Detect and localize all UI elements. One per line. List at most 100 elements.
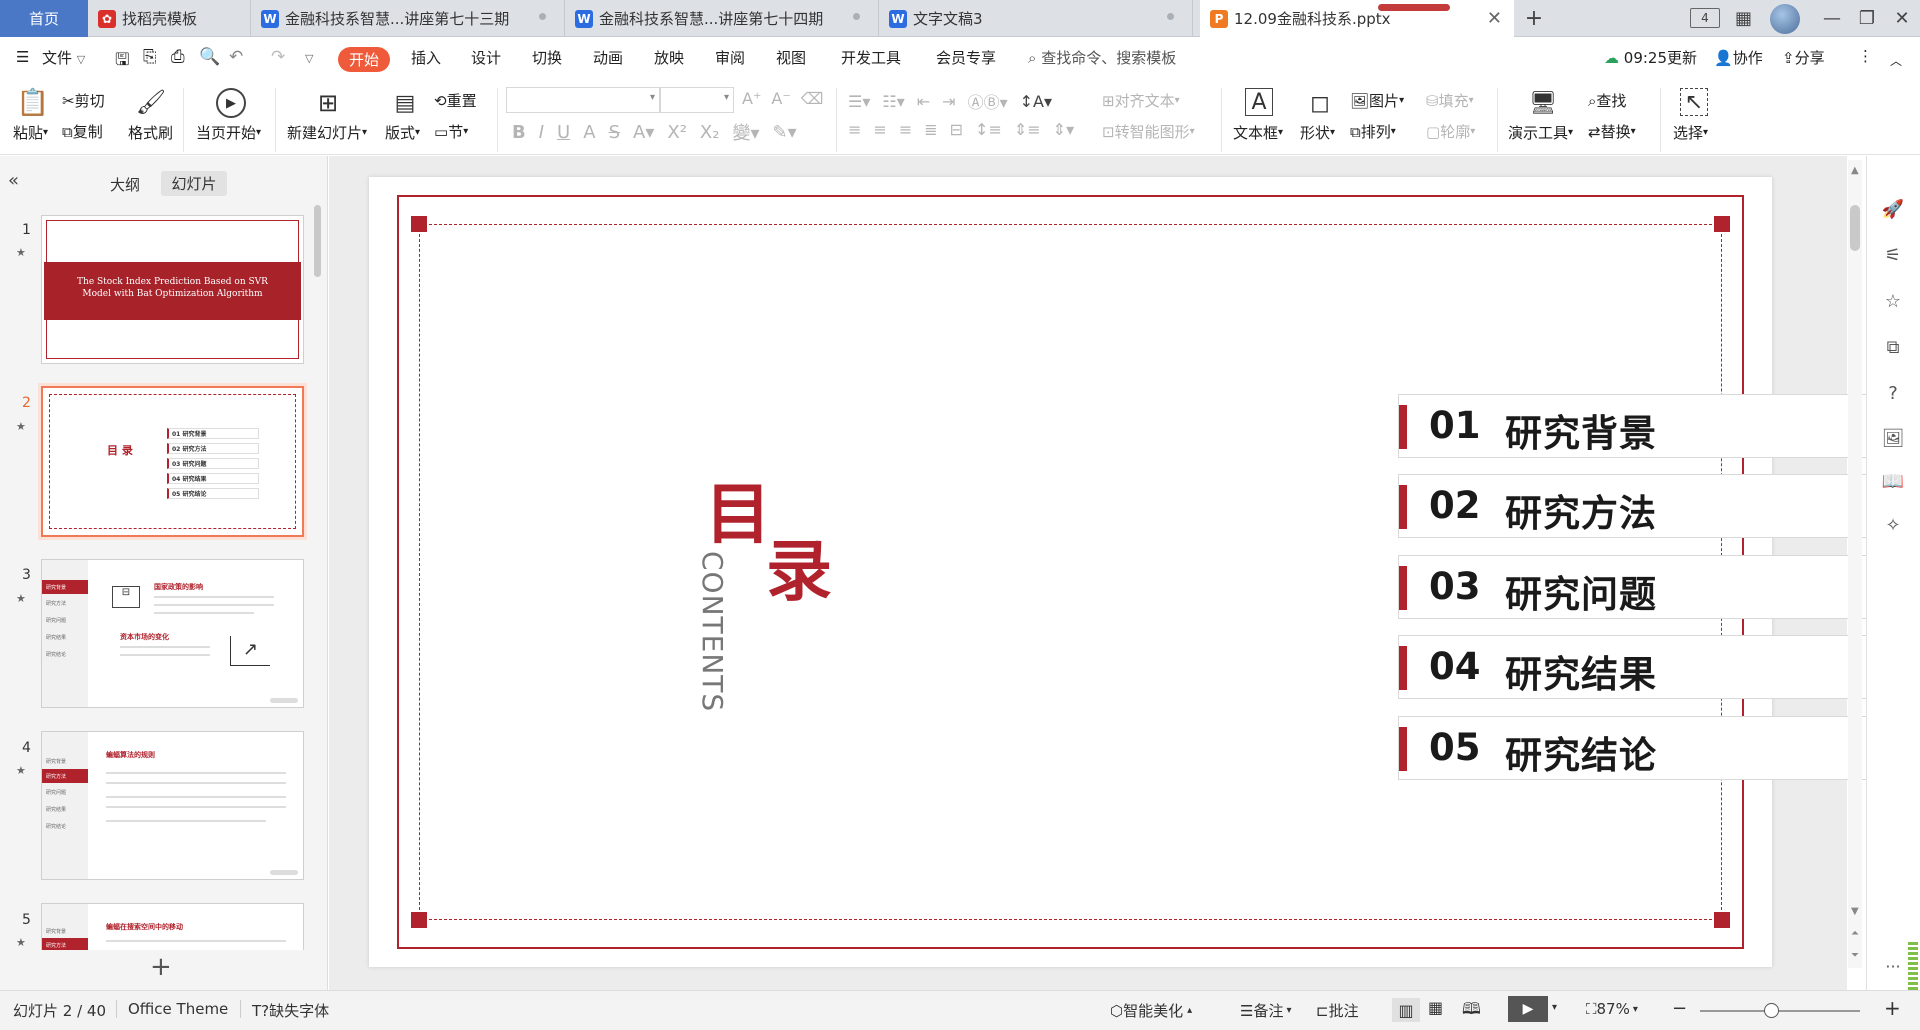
grow-font-icon[interactable]: A⁺ xyxy=(742,89,761,108)
tab-start[interactable]: 开始 xyxy=(338,47,390,72)
new-slide-icon[interactable]: ⊞ xyxy=(313,88,343,118)
tab-doc-73[interactable]: W 金融科技系智慧...讲座第七十三期 xyxy=(251,0,565,37)
font-color-icon[interactable]: A▾ xyxy=(633,122,654,143)
slide-thumbnail-5[interactable]: 研究背景 研究方法 蝙蝠在搜索空间中的移动 xyxy=(41,903,304,950)
image-tools-icon[interactable]: 🖼 xyxy=(1882,427,1905,449)
align-right-icon[interactable]: ≡ xyxy=(899,120,912,139)
tab-review[interactable]: 审阅 xyxy=(715,47,745,68)
transition-icon[interactable]: ⧉ xyxy=(1882,336,1904,358)
tab-member[interactable]: 会员专享 xyxy=(936,47,996,68)
reset-button[interactable]: ⟲ 重置 xyxy=(434,90,477,111)
format-painter-icon[interactable]: 🖌 xyxy=(136,87,166,117)
rocket-icon[interactable]: 🚀 xyxy=(1882,198,1904,220)
compass-icon[interactable]: ✧ xyxy=(1882,514,1904,536)
phonetic-icon[interactable]: 變▾ xyxy=(732,119,759,145)
next-slide-icon[interactable]: ⏷ xyxy=(1851,950,1859,961)
tab-developer[interactable]: 开发工具 xyxy=(841,47,901,68)
slide-canvas[interactable]: 目 录 CONTENTS 01 研究背景 02 研究方法 03 研究问题 04 研究结果… xyxy=(369,177,1900,967)
tab-pptx[interactable]: P 12.09金融科技系.pptx ✕ xyxy=(1200,0,1514,37)
play-slideshow-icon[interactable]: ▶ xyxy=(1508,996,1548,1022)
normal-view-icon[interactable]: ▥ xyxy=(1392,998,1420,1022)
canvas-scrollbar[interactable] xyxy=(1848,160,1862,968)
highlight-icon[interactable]: ✎▾ xyxy=(773,122,797,143)
print-preview-icon[interactable]: 🔍 xyxy=(199,47,220,67)
scroll-down-icon[interactable]: ▼ xyxy=(1851,906,1859,917)
decrease-indent-icon[interactable]: ⇤ xyxy=(917,92,930,111)
paste-button[interactable]: 粘贴 ▾ xyxy=(13,122,48,143)
select-button[interactable]: 选择 ▾ xyxy=(1673,122,1708,143)
toc-item-4[interactable]: 04 研究结果 xyxy=(1398,635,1900,699)
reading-view-icon[interactable]: 🕮 xyxy=(1462,998,1481,1025)
add-slide-button[interactable]: + xyxy=(150,952,172,982)
sliders-icon[interactable]: ⚟ xyxy=(1882,244,1904,266)
panel-scrollbar[interactable] xyxy=(314,205,321,277)
scroll-thumb[interactable] xyxy=(1850,205,1860,251)
superscript-icon[interactable]: X² xyxy=(667,122,687,143)
textbox-button[interactable]: 文本框 ▾ xyxy=(1233,122,1283,143)
zoom-slider-track[interactable] xyxy=(1700,1010,1860,1012)
command-search[interactable]: ⌕ 查找命令、搜索模板 xyxy=(1028,47,1176,68)
smart-shape-button[interactable]: ⊡ 转智能图形 ▾ xyxy=(1102,121,1195,142)
underline-icon[interactable]: U xyxy=(557,122,570,143)
present-tools-icon[interactable]: 🖥 xyxy=(1528,88,1558,118)
quick-access-dropdown-icon[interactable]: ▽ xyxy=(305,52,313,65)
zoom-in-icon[interactable]: + xyxy=(1884,996,1901,1020)
star-animation-icon[interactable]: ☆ xyxy=(1882,290,1904,312)
chevron-down-icon[interactable]: ▾ xyxy=(1552,1002,1557,1013)
help-icon[interactable]: ? xyxy=(1882,382,1904,404)
find-button[interactable]: ⌕ 查找 xyxy=(1588,90,1626,111)
notes-button[interactable]: ☰ 备注 ▾ xyxy=(1240,1000,1292,1021)
slide-thumbnail-1[interactable]: The Stock Index Prediction Based on SVR … xyxy=(41,215,304,364)
prev-slide-icon[interactable]: ⏶ xyxy=(1851,928,1859,939)
book-icon[interactable]: 📖 xyxy=(1882,470,1904,492)
toc-item-5[interactable]: 05 研究结论 xyxy=(1398,716,1900,780)
clear-format-icon[interactable]: ⌫ xyxy=(801,89,824,108)
collapse-panel-icon[interactable]: « xyxy=(8,170,19,191)
play-from-current-icon[interactable]: ▶ xyxy=(216,88,246,118)
layout-icon[interactable]: ▤ xyxy=(390,88,420,118)
replace-button[interactable]: ⇄ 替换 ▾ xyxy=(1588,121,1636,142)
redo-icon[interactable]: ↷ xyxy=(271,47,285,67)
picture-button[interactable]: 🖼 图片 ▾ xyxy=(1350,90,1404,111)
tab-outline[interactable]: 大纲 xyxy=(110,174,140,195)
bold-icon[interactable]: B xyxy=(512,122,526,143)
new-tab-button[interactable]: + xyxy=(1514,0,1554,37)
zoom-slider-handle[interactable] xyxy=(1764,1003,1779,1018)
present-tools-button[interactable]: 演示工具 ▾ xyxy=(1508,122,1573,143)
save-icon[interactable]: 🖫 xyxy=(115,47,129,76)
copy-button[interactable]: ⧉ 复制 xyxy=(62,121,103,142)
theme-name[interactable]: Office Theme xyxy=(128,1000,228,1018)
scroll-up-icon[interactable]: ▲ xyxy=(1851,165,1859,176)
text-direction-icon[interactable]: ⒶⒷ▾ xyxy=(968,89,1008,113)
export-icon[interactable]: ⎘ xyxy=(143,47,157,67)
beautify-button[interactable]: ⬡ 智能美化 ▴ xyxy=(1110,1000,1192,1021)
align-left-icon[interactable]: ≡ xyxy=(848,120,861,139)
hamburger-icon[interactable]: ☰ xyxy=(16,48,29,66)
collapse-ribbon-icon[interactable]: ︿ xyxy=(1890,52,1902,69)
justify-icon[interactable]: ≣ xyxy=(924,120,937,139)
close-window-button[interactable]: ✕ xyxy=(1880,0,1920,37)
select-icon[interactable]: ↖ xyxy=(1680,88,1708,116)
para-spacing-icon[interactable]: ⇕≡ xyxy=(1014,120,1041,139)
tab-slides[interactable]: 幻灯片 xyxy=(161,171,227,196)
toc-item-2[interactable]: 02 研究方法 xyxy=(1398,474,1900,538)
shape-button[interactable]: 形状 ▾ xyxy=(1300,122,1335,143)
zoom-out-icon[interactable]: − xyxy=(1672,998,1687,1019)
slide-thumbnail-3[interactable]: 研究背景 研究方法 研究问题 研究结果 研究结论 ⊟ 国家政策的影响 资本市场的… xyxy=(41,559,304,708)
toc-item-3[interactable]: 03 研究问题 xyxy=(1398,555,1900,619)
file-menu[interactable]: 文件 ▽ xyxy=(42,47,85,68)
slide-thumbnail-2[interactable]: 目 录 01 研究背景 02 研究方法 03 研究问题 04 研究结果 05 研… xyxy=(38,383,307,540)
strikethrough-icon[interactable]: S xyxy=(609,122,620,143)
close-tab-icon[interactable]: ✕ xyxy=(1487,8,1502,29)
more-icon[interactable]: ⋮ xyxy=(1858,47,1873,65)
collab-button[interactable]: 👤协作 xyxy=(1714,47,1763,68)
increase-indent-icon[interactable]: ⇥ xyxy=(942,92,955,111)
section-button[interactable]: ▭ 节 ▾ xyxy=(434,121,468,142)
shape-icon[interactable]: ◻ xyxy=(1305,88,1335,118)
window-count-icon[interactable]: 4 xyxy=(1690,8,1720,28)
align-text-button[interactable]: ⊞ 对齐文本 ▾ xyxy=(1102,90,1180,111)
textbox-icon[interactable]: A xyxy=(1245,88,1273,116)
subscript-icon[interactable]: X₂ xyxy=(700,122,720,143)
italic-icon[interactable]: I xyxy=(539,122,544,143)
fill-button[interactable]: ⛁ 填充 ▾ xyxy=(1426,90,1474,111)
